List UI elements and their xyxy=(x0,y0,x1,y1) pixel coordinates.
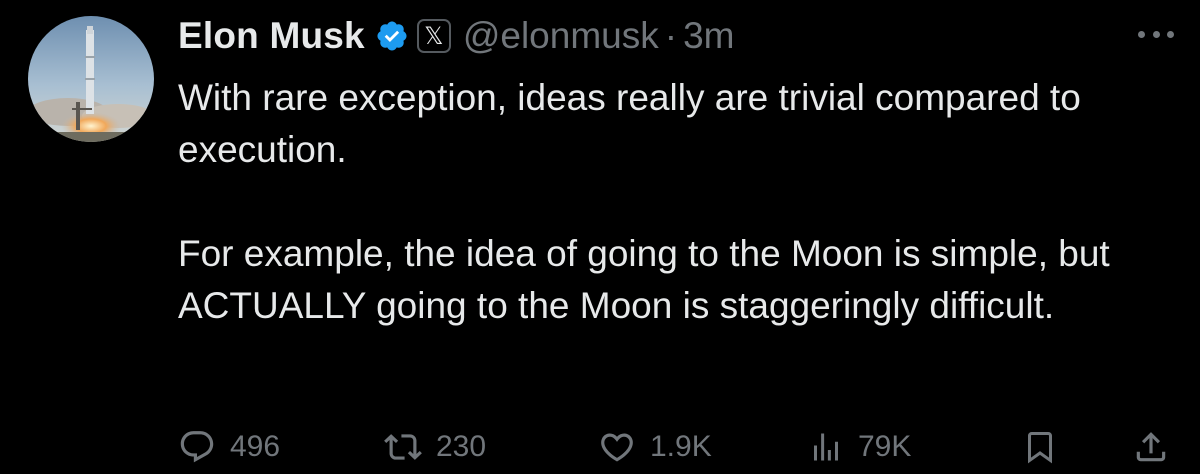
reply-count: 496 xyxy=(230,430,281,463)
avatar[interactable] xyxy=(28,16,154,142)
more-icon[interactable] xyxy=(1138,22,1174,46)
views-button[interactable]: 79K xyxy=(808,424,911,470)
timestamp[interactable]: 3m xyxy=(683,15,734,57)
like-count: 1.9K xyxy=(650,430,712,463)
share-button[interactable] xyxy=(1132,424,1170,470)
more-dot xyxy=(1167,30,1174,38)
more-dot xyxy=(1152,30,1160,38)
retweet-count: 230 xyxy=(436,430,487,463)
paragraph-spacer xyxy=(178,176,1178,228)
action-bar: 496 230 1.9K 79K xyxy=(178,424,1178,470)
tweet-paragraph: With rare exception, ideas really are tr… xyxy=(178,77,1081,170)
tweet-header: Elon Musk 𝕏 @elonmusk · 3m xyxy=(178,10,734,62)
views-icon xyxy=(814,433,838,461)
verified-badge-icon[interactable] xyxy=(375,19,409,53)
x-affiliation-badge[interactable]: 𝕏 xyxy=(416,19,451,53)
user-handle[interactable]: @elonmusk xyxy=(463,15,659,57)
display-name[interactable]: Elon Musk xyxy=(178,15,365,57)
tweet-text: With rare exception, ideas really are tr… xyxy=(178,72,1178,332)
bookmark-button[interactable] xyxy=(1022,424,1058,470)
bookmark-icon xyxy=(1028,432,1052,464)
tweet[interactable]: Elon Musk 𝕏 @elonmusk · 3m With rare exc… xyxy=(0,0,1200,474)
more-dot xyxy=(1138,30,1145,38)
separator-dot: · xyxy=(664,15,678,56)
views-count: 79K xyxy=(858,430,912,463)
share-icon xyxy=(1136,432,1166,462)
reply-button[interactable]: 496 xyxy=(178,424,280,470)
retweet-button[interactable]: 230 xyxy=(384,424,486,470)
rocket-launch-avatar-image xyxy=(28,16,154,142)
heart-icon xyxy=(601,433,633,462)
like-button[interactable]: 1.9K xyxy=(598,424,712,470)
tweet-paragraph: For example, the idea of going to the Mo… xyxy=(178,233,1110,326)
reply-icon xyxy=(180,431,214,463)
retweet-icon xyxy=(384,434,422,460)
